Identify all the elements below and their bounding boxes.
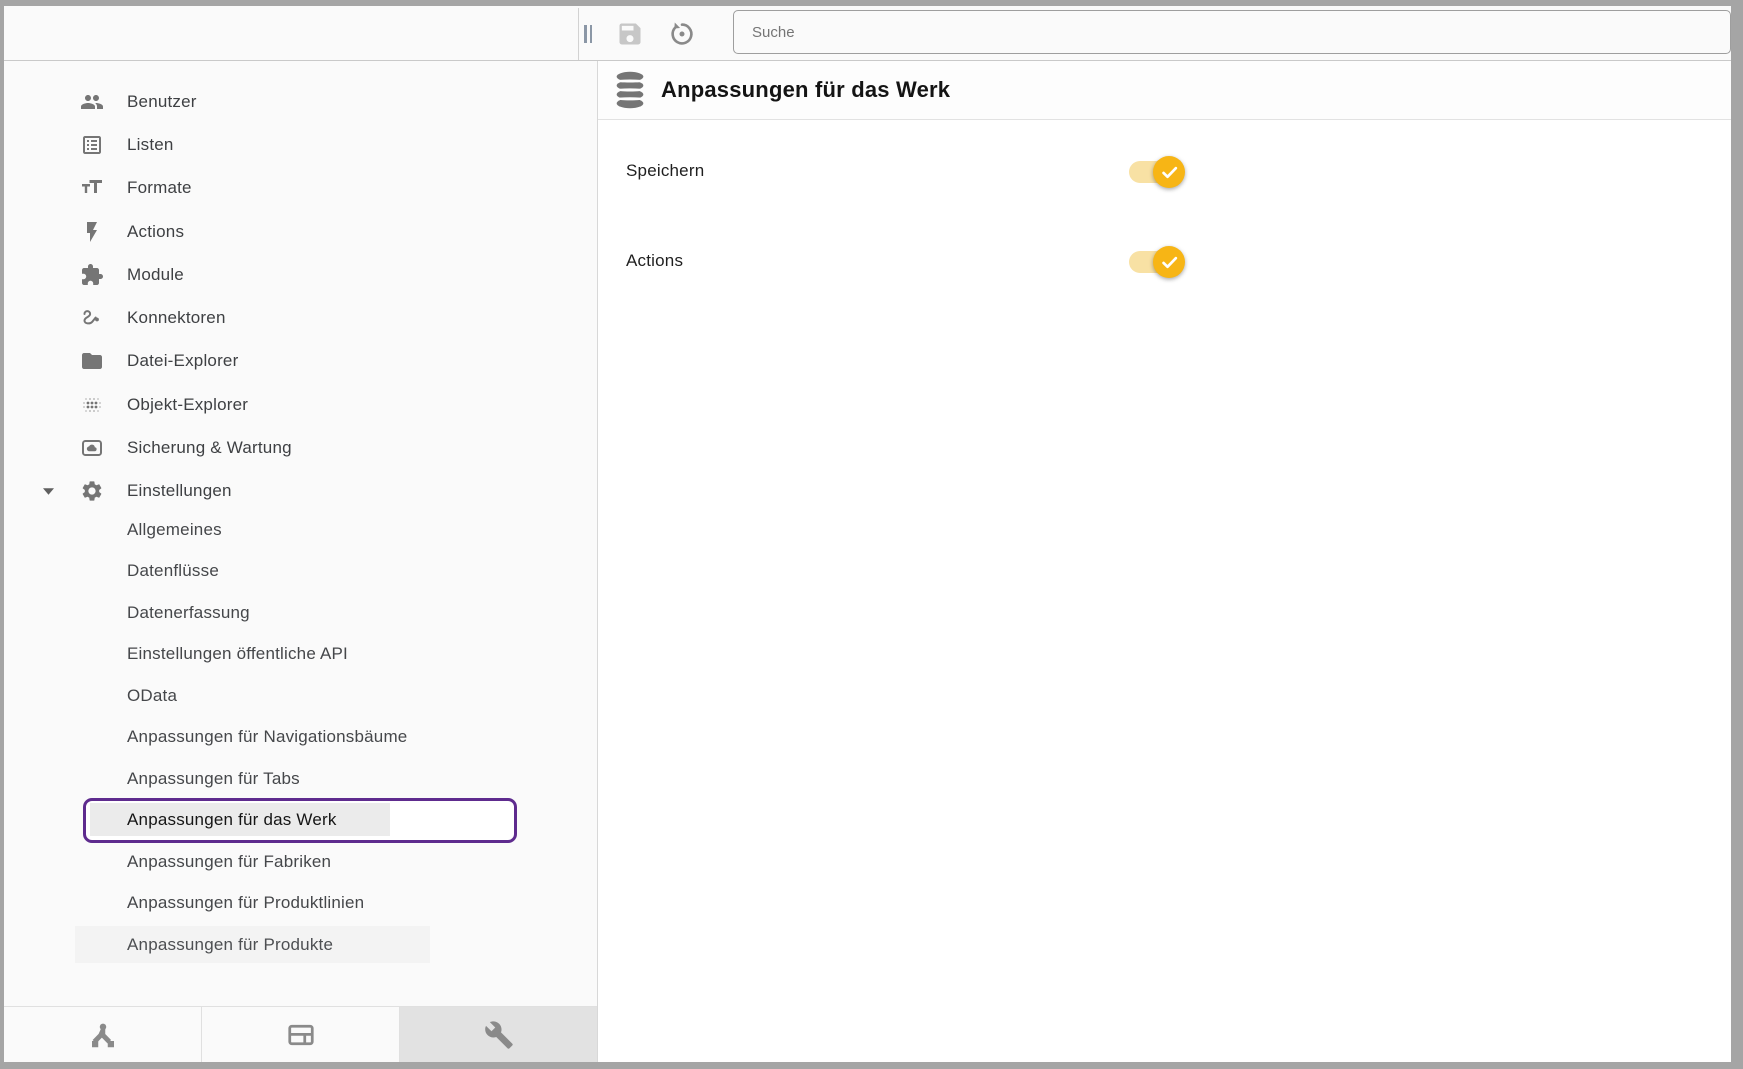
sidebar-subitem-produkte[interactable]: Anpassungen für Produkte — [4, 924, 597, 966]
users-icon — [80, 90, 104, 114]
dots-grid-icon — [80, 393, 104, 417]
wrench-icon — [484, 1020, 514, 1050]
puzzle-icon — [80, 263, 104, 287]
tree-collapse-arrow-icon[interactable] — [36, 479, 60, 503]
sidebar-item-label: Module — [127, 265, 184, 285]
sidebar-item-label: Benutzer — [127, 92, 197, 112]
sidebar-item-benutzer[interactable]: Benutzer — [4, 80, 597, 123]
gear-icon — [80, 479, 104, 503]
sidebar-item-sicherung-wartung[interactable]: Sicherung & Wartung — [4, 426, 597, 469]
window-border-left — [0, 0, 4, 1069]
nav-tree: Benutzer Listen Formate Actions Module — [4, 61, 597, 965]
sidebar-item-datei-explorer[interactable]: Datei-Explorer — [4, 340, 597, 383]
sidebar-subitem-datenfluesse[interactable]: Datenflüsse — [4, 550, 597, 592]
navigation-sidebar: Benutzer Listen Formate Actions Module — [4, 61, 598, 1062]
sidebar-subitem-tabs[interactable]: Anpassungen für Tabs — [4, 758, 597, 800]
toggle-knob — [1153, 156, 1185, 188]
setting-label-speichern: Speichern — [626, 161, 704, 181]
database-icon — [612, 70, 648, 110]
bolt-icon — [80, 220, 104, 244]
tab-layout[interactable] — [202, 1007, 400, 1062]
save-icon — [616, 20, 644, 48]
sidebar-item-label: Einstellungen — [127, 481, 232, 501]
restore-button[interactable] — [667, 19, 697, 49]
sidebar-subitem-produktlinien[interactable]: Anpassungen für Produktlinien — [4, 882, 597, 924]
tab-settings-tools[interactable] — [400, 1007, 597, 1062]
folder-icon — [80, 349, 104, 373]
sidebar-item-label: Konnektoren — [127, 308, 226, 328]
sidebar-item-label: Actions — [127, 222, 184, 242]
sidebar-item-label: Sicherung & Wartung — [127, 438, 292, 458]
sidebar-subitem-oeffentliche-api[interactable]: Einstellungen öffentliche API — [4, 633, 597, 675]
splitter-drag-handle[interactable] — [584, 25, 596, 43]
sidebar-subitem-navigationsbaeume[interactable]: Anpassungen für Navigationsbäume — [4, 716, 597, 758]
setting-label-actions: Actions — [626, 251, 683, 271]
workflow-split-icon — [88, 1020, 118, 1050]
sidebar-item-label: Listen — [127, 135, 174, 155]
einstellungen-sub-list: Allgemeines Datenflüsse Datenerfassung E… — [4, 509, 597, 966]
check-icon — [1160, 163, 1179, 182]
save-button[interactable] — [615, 19, 645, 49]
tab-workflow[interactable] — [4, 1007, 202, 1062]
window-border-top — [0, 0, 1743, 6]
sidebar-item-module[interactable]: Module — [4, 253, 597, 296]
top-toolbar — [4, 6, 1731, 61]
backup-icon — [80, 436, 104, 460]
sidebar-item-einstellungen[interactable]: Einstellungen — [4, 470, 597, 513]
toggle-speichern[interactable] — [1129, 161, 1181, 183]
sidebar-subitem-fabriken[interactable]: Anpassungen für Fabriken — [4, 841, 597, 883]
window-border-bottom — [0, 1062, 1743, 1069]
sidebar-item-label: Objekt-Explorer — [127, 395, 248, 415]
connector-icon — [80, 306, 104, 330]
sidebar-subitem-datenerfassung[interactable]: Datenerfassung — [4, 592, 597, 634]
content-header: Anpassungen für das Werk — [598, 61, 1731, 120]
main-content: Anpassungen für das Werk Speichern Actio… — [598, 61, 1731, 1062]
restore-history-icon — [667, 19, 697, 49]
page-title: Anpassungen für das Werk — [661, 77, 950, 103]
sidebar-subitem-allgemeines[interactable]: Allgemeines — [4, 509, 597, 551]
sidebar-item-konnektoren[interactable]: Konnektoren — [4, 296, 597, 339]
sidebar-item-label: Formate — [127, 178, 192, 198]
sidebar-subitem-das-werk-selected[interactable]: Anpassungen für das Werk — [4, 799, 597, 841]
text-format-icon — [80, 176, 104, 200]
sidebar-item-objekt-explorer[interactable]: Objekt-Explorer — [4, 383, 597, 426]
list-icon — [80, 133, 104, 157]
sidebar-subitem-odata[interactable]: OData — [4, 675, 597, 717]
toggle-actions[interactable] — [1129, 251, 1181, 273]
form-layout-icon — [286, 1020, 316, 1050]
sidebar-item-formate[interactable]: Formate — [4, 167, 597, 210]
window-border-right — [1731, 0, 1743, 1069]
sidebar-bottom-tabbar — [4, 1006, 597, 1062]
sidebar-item-label: Datei-Explorer — [127, 351, 238, 371]
toolbar-separator — [578, 8, 579, 60]
check-icon — [1160, 253, 1179, 272]
sidebar-item-listen[interactable]: Listen — [4, 123, 597, 166]
toggle-knob — [1153, 246, 1185, 278]
sidebar-item-actions[interactable]: Actions — [4, 210, 597, 253]
search-input[interactable] — [733, 10, 1731, 54]
